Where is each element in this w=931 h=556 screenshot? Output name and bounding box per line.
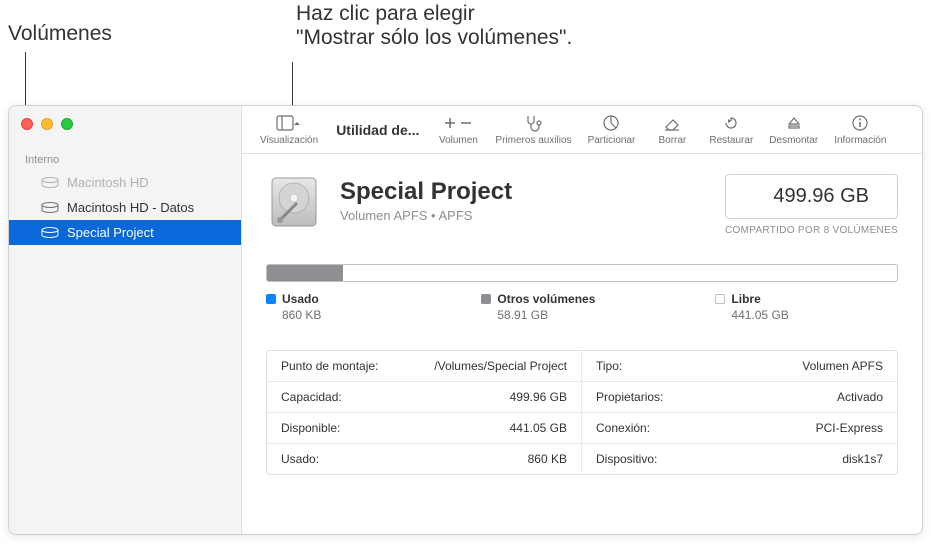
toolbar-label: Restaurar xyxy=(709,135,753,146)
swatch-white xyxy=(715,294,725,304)
sidebar-view-icon xyxy=(276,113,302,133)
capacity-note: COMPARTIDO POR 8 VOLÚMENES xyxy=(725,225,898,236)
info-value: disk1s7 xyxy=(842,452,883,466)
info-value: 860 KB xyxy=(528,452,567,466)
callout-view-line2: "Mostrar sólo los volúmenes". xyxy=(296,26,572,50)
info-row-mount-point: Punto de montaje: /Volumes/Special Proje… xyxy=(267,351,582,382)
callout-volumes: Volúmenes xyxy=(8,22,112,46)
close-button[interactable] xyxy=(21,118,33,130)
legend-value: 860 KB xyxy=(266,308,321,322)
capacity-box: 499.96 GB COMPARTIDO POR 8 VOLÚMENES xyxy=(725,174,898,236)
volume-header-text: Special Project Volumen APFS • APFS xyxy=(340,174,707,223)
info-row-capacity: Capacidad: 499.96 GB xyxy=(267,382,582,413)
info-table: Punto de montaje: /Volumes/Special Proje… xyxy=(266,350,898,475)
swatch-blue xyxy=(266,294,276,304)
plus-minus-icon xyxy=(443,113,473,133)
info-key: Propietarios: xyxy=(596,390,663,404)
pie-icon xyxy=(602,113,620,133)
partition-button[interactable]: Particionar xyxy=(580,109,644,150)
callout-view-hint: Haz clic para elegir "Mostrar sólo los v… xyxy=(296,2,572,50)
zoom-button[interactable] xyxy=(61,118,73,130)
main-pane: Visualización Utilidad de... Volumen Pri… xyxy=(242,106,922,534)
sidebar-item-macintosh-hd[interactable]: Macintosh HD xyxy=(9,170,241,195)
info-row-owners: Propietarios: Activado xyxy=(582,382,897,413)
capacity-value: 499.96 GB xyxy=(725,174,898,219)
eraser-icon xyxy=(663,113,681,133)
info-key: Punto de montaje: xyxy=(281,359,378,373)
volume-add-remove-button[interactable]: Volumen xyxy=(429,109,487,150)
info-row-used: Usado: 860 KB xyxy=(267,444,582,474)
window-controls xyxy=(9,106,241,138)
toolbar: Visualización Utilidad de... Volumen Pri… xyxy=(242,106,922,154)
volume-header: Special Project Volumen APFS • APFS 499.… xyxy=(266,174,898,236)
legend-label: Usado xyxy=(282,292,319,306)
info-icon xyxy=(851,113,869,133)
legend-used: Usado 860 KB xyxy=(266,292,321,322)
toolbar-label: Primeros auxilios xyxy=(495,135,571,146)
erase-button[interactable]: Borrar xyxy=(643,109,701,150)
legend-other: Otros volúmenes 58.91 GB xyxy=(481,292,595,322)
stethoscope-icon xyxy=(524,113,542,133)
legend-value: 441.05 GB xyxy=(715,308,788,322)
toolbar-label: Información xyxy=(834,135,886,146)
hdd-icon xyxy=(266,174,322,230)
disk-icon xyxy=(41,227,59,239)
content-area: Special Project Volumen APFS • APFS 499.… xyxy=(242,154,922,534)
info-value: /Volumes/Special Project xyxy=(434,359,567,373)
disk-utility-window: Interno Macintosh HD Macintosh HD - Dato… xyxy=(8,105,923,535)
window-title: Utilidad de... xyxy=(326,122,429,138)
toolbar-label: Volumen xyxy=(439,135,478,146)
restore-icon xyxy=(722,113,740,133)
sidebar-item-special-project[interactable]: Special Project xyxy=(9,220,241,245)
sidebar-item-label: Macintosh HD - Datos xyxy=(67,200,194,215)
info-value: PCI-Express xyxy=(816,421,883,435)
info-key: Usado: xyxy=(281,452,319,466)
info-row-available: Disponible: 441.05 GB xyxy=(267,413,582,444)
disk-icon xyxy=(41,177,59,189)
info-key: Capacidad: xyxy=(281,390,342,404)
sidebar-item-label: Special Project xyxy=(67,225,154,240)
info-value: 499.96 GB xyxy=(510,390,567,404)
callout-view-line1: Haz clic para elegir xyxy=(296,2,572,26)
info-value: Activado xyxy=(837,390,883,404)
info-row-connection: Conexión: PCI-Express xyxy=(582,413,897,444)
swatch-gray xyxy=(481,294,491,304)
legend-label: Otros volúmenes xyxy=(497,292,595,306)
toolbar-label: Desmontar xyxy=(769,135,818,146)
info-key: Dispositivo: xyxy=(596,452,657,466)
sidebar: Interno Macintosh HD Macintosh HD - Dato… xyxy=(9,106,242,534)
legend-free: Libre 441.05 GB xyxy=(715,292,788,322)
legend-label: Libre xyxy=(731,292,760,306)
info-key: Tipo: xyxy=(596,359,622,373)
toolbar-label: Borrar xyxy=(658,135,686,146)
info-key: Disponible: xyxy=(281,421,340,435)
restore-button[interactable]: Restaurar xyxy=(701,109,761,150)
sidebar-item-label: Macintosh HD xyxy=(67,175,149,190)
volume-name: Special Project xyxy=(340,178,707,206)
info-key: Conexión: xyxy=(596,421,650,435)
view-menu-button[interactable]: Visualización xyxy=(252,109,326,150)
legend-value: 58.91 GB xyxy=(481,308,595,322)
eject-icon xyxy=(786,113,802,133)
toolbar-label: Particionar xyxy=(588,135,636,146)
sidebar-item-macintosh-hd-data[interactable]: Macintosh HD - Datos xyxy=(9,195,241,220)
info-row-device: Dispositivo: disk1s7 xyxy=(582,444,897,474)
toolbar-label: Visualización xyxy=(260,135,318,146)
minimize-button[interactable] xyxy=(41,118,53,130)
unmount-button[interactable]: Desmontar xyxy=(761,109,826,150)
info-button[interactable]: Información xyxy=(826,109,894,150)
info-value: Volumen APFS xyxy=(802,359,883,373)
info-value: 441.05 GB xyxy=(510,421,567,435)
info-row-type: Tipo: Volumen APFS xyxy=(582,351,897,382)
usage-bar xyxy=(266,264,898,282)
volume-subtitle: Volumen APFS • APFS xyxy=(340,208,707,223)
disk-icon xyxy=(41,202,59,214)
usage-segment-other-volumes xyxy=(267,265,343,281)
sidebar-section-internal: Interno xyxy=(9,138,241,170)
usage-legend: Usado 860 KB Otros volúmenes 58.91 GB Li… xyxy=(266,292,898,322)
first-aid-button[interactable]: Primeros auxilios xyxy=(487,109,579,150)
